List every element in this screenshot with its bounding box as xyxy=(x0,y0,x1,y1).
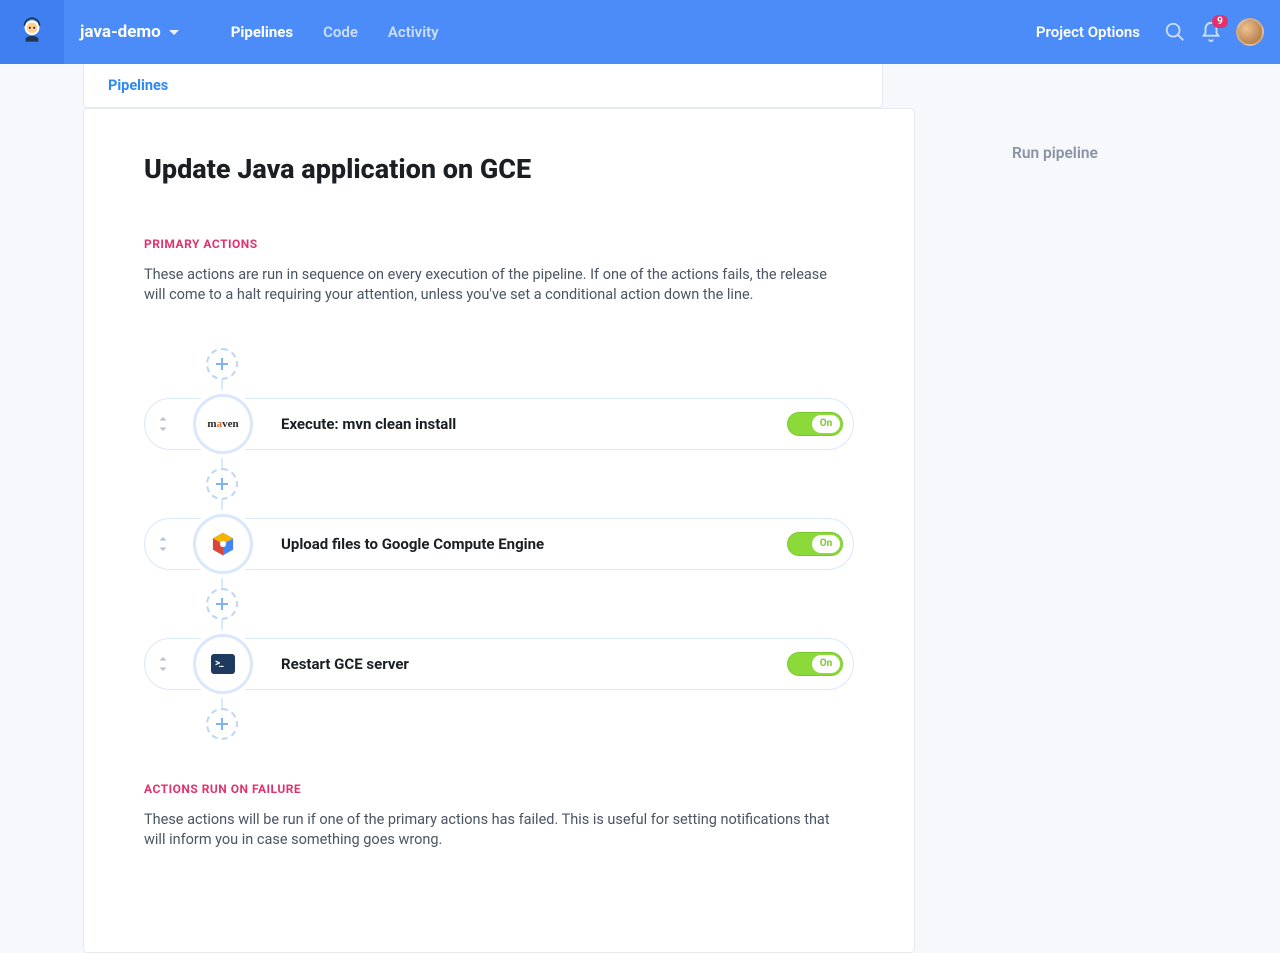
action-toggle[interactable]: On xyxy=(787,412,843,436)
action-row[interactable]: Upload files to Google Compute Engine On xyxy=(144,518,854,570)
project-switcher[interactable]: java-demo xyxy=(80,22,179,42)
google-cloud-icon xyxy=(193,514,253,574)
action-row[interactable]: Restart GCE server On xyxy=(144,638,854,690)
drag-handle-icon[interactable] xyxy=(145,417,181,431)
nav-pipelines[interactable]: Pipelines xyxy=(231,23,293,41)
nav-activity[interactable]: Activity xyxy=(388,23,439,41)
primary-actions-desc: These actions are run in sequence on eve… xyxy=(144,265,844,306)
failure-actions-desc: These actions will be run if one of the … xyxy=(144,810,844,851)
app-header: java-demo Pipelines Code Activity Projec… xyxy=(0,0,1280,64)
chevron-down-icon xyxy=(169,30,179,35)
add-action-button[interactable] xyxy=(206,348,238,380)
action-title: Upload files to Google Compute Engine xyxy=(281,535,544,553)
sidebar: Run pipeline xyxy=(980,64,1280,800)
add-action-button[interactable] xyxy=(206,468,238,500)
drag-handle-icon[interactable] xyxy=(145,537,181,551)
drag-handle-icon[interactable] xyxy=(145,657,181,671)
main-nav: Pipelines Code Activity xyxy=(231,23,439,41)
action-toggle[interactable]: On xyxy=(787,532,843,556)
nav-code[interactable]: Code xyxy=(323,23,358,41)
toggle-label: On xyxy=(812,535,840,553)
actions-list: maven Execute: mvn clean install On Uplo xyxy=(144,348,854,740)
action-toggle[interactable]: On xyxy=(787,652,843,676)
tab-pipelines[interactable]: Pipelines xyxy=(108,77,168,94)
pipeline-title: Update Java application on GCE xyxy=(144,153,854,185)
search-button[interactable] xyxy=(1164,21,1186,43)
terminal-icon xyxy=(193,634,253,694)
project-name: java-demo xyxy=(80,22,161,42)
add-action-button[interactable] xyxy=(206,708,238,740)
toggle-label: On xyxy=(812,415,840,433)
notifications-button[interactable]: 9 xyxy=(1200,21,1222,43)
primary-actions-label: PRIMARY ACTIONS xyxy=(144,237,854,251)
action-title: Restart GCE server xyxy=(281,655,409,673)
action-row[interactable]: maven Execute: mvn clean install On xyxy=(144,398,854,450)
pipeline-card: Update Java application on GCE PRIMARY A… xyxy=(83,108,915,953)
action-title: Execute: mvn clean install xyxy=(281,415,456,433)
toggle-label: On xyxy=(812,655,840,673)
app-logo[interactable] xyxy=(0,0,64,64)
run-pipeline-link[interactable]: Run pipeline xyxy=(1012,144,1280,162)
failure-actions-label: ACTIONS RUN ON FAILURE xyxy=(144,782,854,796)
content-tabbar: Pipelines xyxy=(83,64,883,108)
project-options-link[interactable]: Project Options xyxy=(1036,23,1140,41)
add-action-button[interactable] xyxy=(206,588,238,620)
notification-badge: 9 xyxy=(1212,15,1228,28)
user-avatar[interactable] xyxy=(1236,18,1264,46)
maven-icon: maven xyxy=(193,394,253,454)
